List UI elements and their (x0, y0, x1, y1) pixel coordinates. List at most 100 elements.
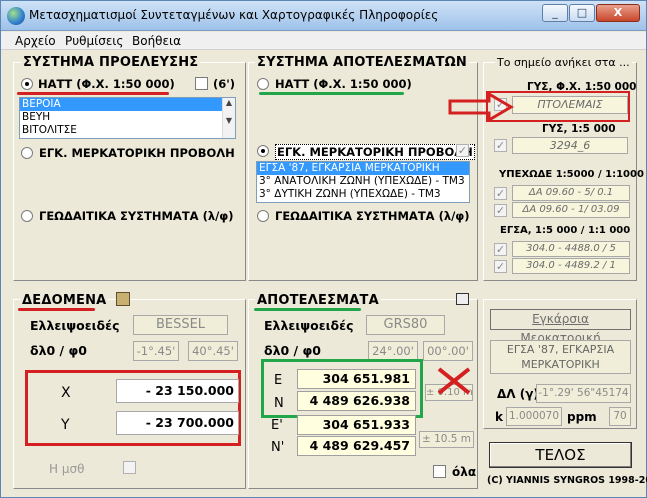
list-item[interactable]: ΒΙΤΟΛΙΤΣΕ (20, 124, 235, 137)
results-title: ΑΠΟΤΕΛΕΣΜΑΤΑ (255, 293, 381, 308)
result-hatt-underline (259, 92, 404, 95)
data-phi-field: 40°.45' (188, 341, 238, 361)
result-geo-radio[interactable] (257, 210, 269, 222)
data-title: ΔΕΔΟΜΕΝΑ (20, 293, 109, 308)
dl-gamma-field: -1°.29' 56"45174 (536, 384, 631, 403)
projection-name-line1: ΕΓΣΑ '87, ΕΓΚΑΡΣΙΑ (506, 343, 615, 356)
projection-name-field: ΕΓΣΑ '87, ΕΓΚΑΡΣΙΑ ΜΕΡΚΑΤΟΡΙΚΗ (490, 340, 631, 374)
app-window: Μετασχηματισμοί Συντεταγμένων και Χαρτογ… (0, 0, 647, 498)
minimize-button[interactable]: _ (542, 4, 568, 22)
n2-label: N' (271, 440, 285, 455)
list-item[interactable]: ΒΕΡΟΙΑ (20, 98, 235, 111)
result-merc-checkbox[interactable]: ✓ (456, 144, 469, 157)
window-title: Μετασχηματισμοί Συντεταγμένων και Χαρτογ… (29, 8, 439, 22)
six-minutes-checkbox[interactable] (195, 77, 208, 90)
globe-icon (7, 7, 25, 25)
ppm-field: 70 (609, 407, 631, 426)
maximize-button[interactable]: □ (569, 4, 595, 22)
result-system-title: ΣΥΣΤΗΜΑ ΑΠΟΤΕΛΕΣΜΑΤΩΝ (255, 55, 470, 70)
x-label: X (61, 385, 71, 401)
list-item[interactable]: 3° ΔΥΤΙΚΗ ΖΩΝΗ (ΥΠΕΧΩΔΕ) - ΤΜ3 (257, 188, 469, 201)
e-value: 304 651.981 (297, 369, 416, 389)
source-sheet-list[interactable]: ΒΕΡΟΙΑ ΒΕΥΗ ΒΙΤΟΛΙΤΣΕ ▲ ▼ (19, 97, 236, 139)
results-dl-field: 24°.00' (368, 341, 418, 361)
list-item[interactable]: 3° ΑΝΑΤΟΛΙΚΗ ΖΩΝΗ (ΥΠΕΧΩΔΕ) - ΤΜ3 (257, 175, 469, 188)
gys50-highlight (486, 91, 630, 122)
ola-checkbox[interactable] (433, 465, 446, 478)
source-hatt-underline (17, 92, 169, 95)
source-system-title: ΣΥΣΤΗΜΑ ΠΡΟΕΛΕΥΣΗΣ (21, 55, 201, 70)
e-label: E (274, 373, 283, 388)
result-hatt-label: ΗΑΤΤ (Φ.Χ. 1:50 000) (275, 77, 412, 91)
point-info-title: Το σημείο ανήκει στα ... (495, 56, 632, 69)
ypex1-checkbox[interactable]: ✓ (494, 187, 507, 200)
gys5-checkbox[interactable]: ✓ (494, 139, 507, 152)
n2-value: 4 489 629.457 (297, 436, 416, 456)
results-ellipsoid-label: Ελλειψοειδές (264, 318, 354, 333)
source-merc-radio[interactable] (21, 147, 33, 159)
data-dl-field: -1°.45' (133, 341, 179, 361)
list-item[interactable]: ΒΕΥΗ (20, 111, 235, 124)
results-title-underline (254, 308, 361, 311)
results-ellipsoid-field: GRS80 (366, 315, 445, 335)
data-title-underline (18, 308, 95, 311)
e2-value: 304 651.933 (297, 415, 416, 435)
copyright-text: (C) YIANNIS SYNGROS 1998-2002 (487, 475, 647, 486)
list-scrollbar[interactable]: ▲ ▼ (222, 98, 235, 138)
menu-bar: Αρχείο Ρυθμίσεις Βοήθεια (1, 32, 646, 50)
title-bar: Μετασχηματισμοί Συντεταγμένων και Χαρτογ… (1, 1, 646, 31)
hm-label: H μσθ (49, 462, 85, 476)
egsa1-field: 304.0 - 4488.0 / 5 (512, 241, 630, 257)
y-label: Y (61, 417, 70, 433)
n-value: 4 489 626.938 (297, 391, 416, 411)
result-zone-list[interactable]: ΕΓΣΑ '87, ΕΓΚΑΡΣΙΑ ΜΕΡΚΑΤΟΡΙΚΗ 3° ΑΝΑΤΟΛ… (256, 161, 470, 203)
ypex2-checkbox[interactable]: ✓ (494, 204, 507, 217)
k-field: 1.000070 (506, 407, 562, 426)
data-ellipsoid-field: BESSEL (133, 315, 228, 335)
result-merc-radio[interactable] (257, 145, 269, 157)
projection-button[interactable]: Εγκάρσια Μερκατορική (490, 309, 631, 345)
projection-name-line2: ΜΕΡΚΑΤΟΡΙΚΗ (521, 358, 600, 371)
menu-help[interactable]: Βοήθεια (132, 34, 181, 48)
dl-gamma-label: ΔΛ (γ) (497, 387, 539, 401)
gys5-label: ΓΥΣ, 1:5 000 (542, 123, 616, 135)
clipboard-icon[interactable] (116, 292, 130, 306)
hm-checkbox[interactable] (123, 461, 136, 474)
menu-file[interactable]: Αρχείο (15, 34, 56, 48)
ypex1-field: ΔΑ 09.60 - 5/ 0.1 (512, 185, 630, 201)
k-label: k (495, 410, 503, 424)
red-x-icon (437, 367, 471, 395)
gys5-field: 3294_6 (512, 137, 628, 154)
source-hatt-label: ΗΑΤΤ (Φ.Χ. 1:50 000) (38, 77, 175, 91)
list-item[interactable]: ΕΓΣΑ '87, ΕΓΚΑΡΣΙΑ ΜΕΡΚΑΤΟΡΙΚΗ (257, 162, 469, 175)
x-input[interactable]: - 23 150.000 (116, 379, 239, 403)
source-geo-radio[interactable] (21, 210, 33, 222)
end-button[interactable]: ΤΕΛΟΣ (489, 442, 632, 468)
y-input[interactable]: - 23 700.000 (116, 411, 239, 435)
close-button[interactable]: X (596, 4, 640, 22)
egsa2-checkbox[interactable]: ✓ (494, 260, 507, 273)
data-ellipsoid-label: Ελλειψοειδές (30, 318, 120, 333)
ppm-label: ppm (567, 410, 597, 424)
ypex2-field: ΔΑ 09.60 - 1/ 03.09 (512, 202, 630, 218)
result-geo-label: ΓΕΩΔΑΙΤΙΚΑ ΣΥΣΤΗΜΑΤΑ (λ/φ) (275, 209, 470, 223)
result-hatt-radio[interactable] (257, 78, 269, 90)
e2-label: E' (271, 418, 283, 433)
data-dl-label: δλ0 / φ0 (30, 343, 87, 358)
results-phi-field: 00°.00' (423, 341, 473, 361)
egsa1-checkbox[interactable]: ✓ (494, 243, 507, 256)
egsa2-field: 304.0 - 4489.2 / 1 (512, 258, 630, 274)
menu-settings[interactable]: Ρυθμίσεις (65, 34, 123, 48)
source-hatt-radio[interactable] (21, 78, 33, 90)
ypex-label: ΥΠΕΧΩΔΕ 1:5000 / 1:1000 (499, 169, 644, 180)
n-label: N (274, 396, 284, 411)
ola-label: όλα (452, 465, 477, 479)
source-merc-label: ΕΓΚ. ΜΕΡΚΑΤΟΡΙΚΗ ΠΡΟΒΟΛΗ (39, 146, 235, 160)
six-minutes-label: (6') (213, 77, 236, 91)
copy-icon[interactable] (456, 293, 469, 305)
result-merc-label: ΕΓΚ. ΜΕΡΚΑΤΟΡΙΚΗ ΠΡΟΒΟΛΗ (275, 144, 475, 160)
source-geo-label: ΓΕΩΔΑΙΤΙΚΑ ΣΥΣΤΗΜΑΤΑ (λ/φ) (39, 209, 234, 223)
egsa-label: ΕΓΣΑ, 1:5 000 / 1:1 000 (500, 225, 631, 236)
accuracy-2-field: ± 10.5 m (419, 431, 474, 448)
results-dl-label: δλ0 / φ0 (264, 343, 321, 358)
